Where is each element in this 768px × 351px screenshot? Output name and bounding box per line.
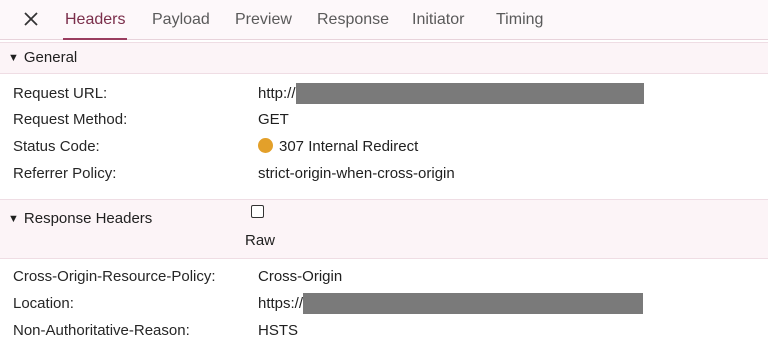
row-value: https://	[258, 291, 644, 317]
response-header-row: Non-Authoritative-Reason: HSTS	[0, 318, 768, 344]
tab-payload[interactable]: Payload	[150, 0, 212, 40]
response-headers-section-toggle[interactable]: ▼ Response Headers	[8, 207, 152, 232]
row-value: 307 Internal Redirect	[258, 134, 418, 160]
response-header-row: Cross-Origin-Resource-Policy: Cross-Orig…	[0, 264, 768, 290]
response-headers-section-title: Response Headers	[23, 210, 153, 227]
close-icon[interactable]	[20, 8, 42, 30]
row-value: HSTS	[258, 322, 299, 339]
row-key: Location:	[13, 295, 74, 312]
row-key: Request Method:	[13, 111, 128, 128]
row-value: http://	[258, 81, 644, 107]
row-key: Status Code:	[13, 138, 100, 155]
general-section-title: General	[23, 49, 78, 66]
row-value: Cross-Origin	[258, 268, 343, 285]
tab-timing[interactable]: Timing	[494, 0, 545, 40]
row-value: GET	[258, 111, 289, 128]
row-key: Request URL:	[13, 85, 108, 102]
caret-down-icon: ▼	[8, 52, 19, 64]
general-row-request-url: Request URL: http://	[0, 81, 768, 107]
response-headers-section-header: ▼ Response Headers	[0, 199, 768, 259]
row-key: Non-Authoritative-Reason:	[13, 322, 190, 339]
tab-initiator[interactable]: Initiator	[410, 0, 466, 40]
status-dot-icon	[258, 137, 273, 153]
row-key: Referrer Policy:	[13, 165, 117, 182]
tab-response[interactable]: Response	[315, 0, 391, 40]
raw-label[interactable]: Raw	[245, 232, 275, 249]
tab-headers[interactable]: Headers	[63, 0, 128, 40]
tab-bar: Headers Payload Preview Response Initiat…	[0, 0, 768, 40]
caret-down-icon: ▼	[8, 213, 19, 225]
general-row-referrer-policy: Referrer Policy: strict-origin-when-cros…	[0, 161, 768, 187]
general-row-status-code: Status Code: 307 Internal Redirect	[0, 134, 768, 160]
network-request-details-panel: Headers Payload Preview Response Initiat…	[0, 0, 768, 351]
raw-checkbox[interactable]	[251, 205, 264, 218]
redaction-block	[303, 292, 644, 314]
response-header-row: Location: https://	[0, 291, 768, 317]
row-value: strict-origin-when-cross-origin	[258, 165, 455, 182]
redaction-block	[295, 82, 644, 104]
tab-preview[interactable]: Preview	[233, 0, 294, 40]
status-code-text: 307 Internal Redirect	[279, 138, 419, 155]
general-section-toggle[interactable]: ▼ General	[8, 43, 77, 74]
request-url-scheme: http://	[258, 85, 296, 102]
general-section-header: ▼ General	[0, 42, 768, 74]
location-scheme: https://	[258, 295, 304, 312]
row-key: Cross-Origin-Resource-Policy:	[13, 268, 216, 285]
general-row-request-method: Request Method: GET	[0, 107, 768, 133]
